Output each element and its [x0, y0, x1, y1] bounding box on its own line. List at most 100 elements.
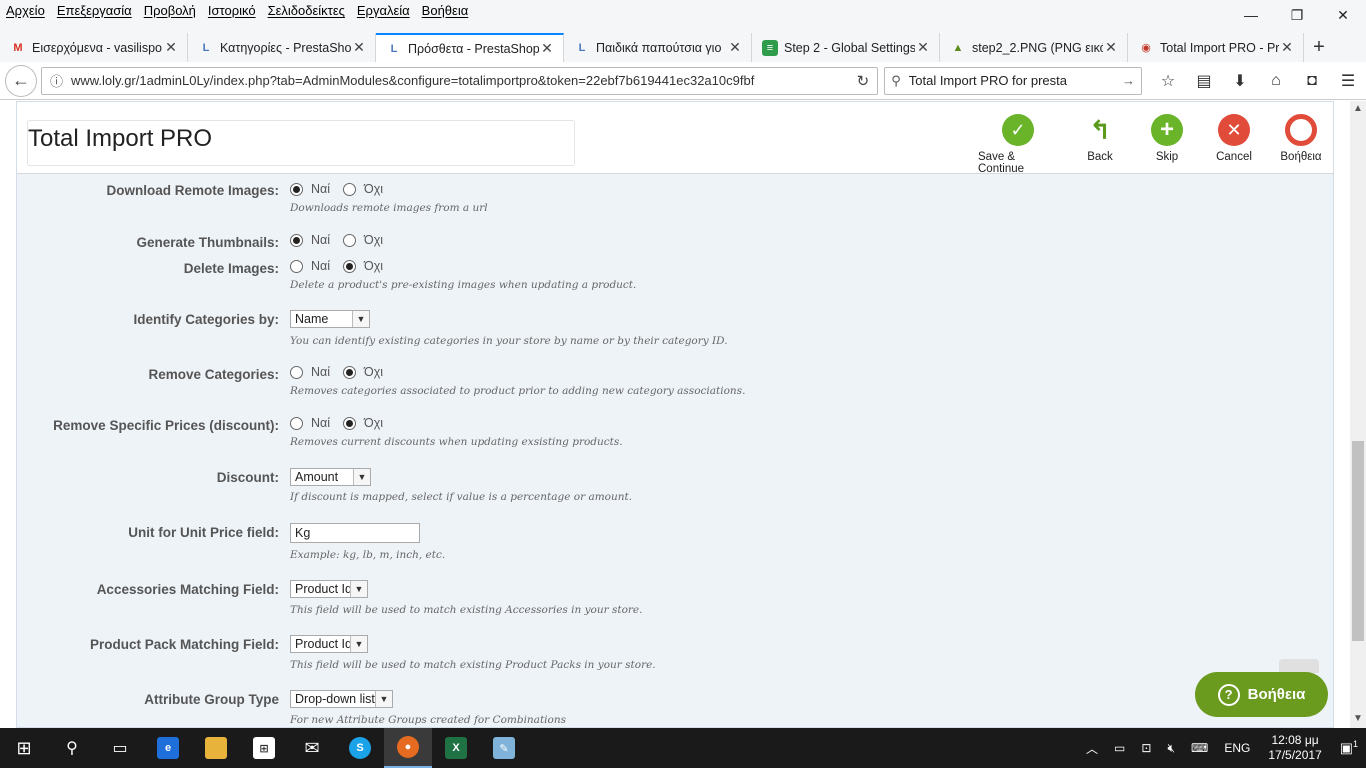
chevron-up-icon[interactable]: ︿	[1078, 740, 1106, 757]
radio-yes[interactable]	[290, 259, 303, 273]
radio-yes[interactable]	[290, 416, 303, 430]
identify-categories-select[interactable]: Name ▼	[290, 310, 370, 328]
reload-icon[interactable]: ↻	[857, 72, 870, 90]
menu-view[interactable]: Προβολή	[138, 2, 202, 18]
menu-help[interactable]: Βοήθεια	[416, 2, 475, 18]
go-arrow-icon[interactable]: →	[1122, 73, 1135, 88]
menu-file[interactable]: Αρχείο	[0, 2, 51, 18]
close-tab-icon[interactable]: ✕	[727, 39, 743, 56]
radio-yes[interactable]	[290, 365, 303, 379]
store-button[interactable]: ⊞	[240, 728, 288, 768]
tab-kids-shoes[interactable]: L Παιδικά παπούτσια γιο ✕	[564, 33, 752, 62]
toolbar-icons: ☆ ▤ ⬇ ⌂ ◘ ☰	[1150, 66, 1366, 96]
help-button[interactable]: Βοήθεια	[1261, 114, 1341, 163]
radio-no[interactable]	[343, 233, 357, 247]
battery-icon[interactable]: ▭	[1106, 741, 1133, 755]
scroll-down-icon[interactable]: ▼	[1353, 713, 1363, 724]
pack-matching-select[interactable]: Product Id ▼	[290, 635, 368, 653]
notification-count: 1	[1352, 739, 1358, 750]
lifebuoy-icon: ◉	[1141, 42, 1151, 54]
new-tab-button[interactable]: +	[1304, 33, 1334, 62]
firefox-button[interactable]: ●	[384, 728, 432, 768]
back-curve-icon: ↰	[1089, 114, 1111, 145]
radio-yes[interactable]	[290, 182, 303, 196]
file-explorer-button[interactable]	[192, 728, 240, 768]
help-text: This field will be used to match existin…	[290, 659, 656, 671]
search-icon: ⚲	[66, 740, 78, 757]
minimize-icon[interactable]: —	[1228, 0, 1274, 30]
tab-png[interactable]: ▲ step2_2.PNG (PNG εικό ✕	[940, 33, 1128, 62]
tab-total-import[interactable]: ◉ Total Import PRO - Pres ✕	[1128, 33, 1304, 62]
store-icon: ⊞	[253, 737, 275, 759]
chevron-down-icon: ▼	[353, 469, 370, 485]
notification-icon[interactable]: ▣1	[1332, 739, 1366, 757]
task-view-icon: ▭	[112, 740, 128, 757]
help-bubble-button[interactable]: ? Βοήθεια	[1195, 672, 1328, 717]
discount-select[interactable]: Amount ▼	[290, 468, 371, 486]
home-icon[interactable]: ⌂	[1258, 66, 1294, 96]
close-tab-icon[interactable]: ✕	[1103, 39, 1119, 56]
language-indicator[interactable]: ENG	[1216, 741, 1258, 755]
excel-button[interactable]: X	[432, 728, 480, 768]
vertical-scrollbar[interactable]: ▲ ▼	[1350, 101, 1366, 728]
accessories-matching-select[interactable]: Product Id ▼	[290, 580, 368, 598]
download-icon[interactable]: ⬇	[1222, 66, 1258, 96]
radio-no-label: Όχι	[364, 259, 384, 273]
hamburger-menu-icon[interactable]: ☰	[1330, 66, 1366, 96]
attribute-group-type-select[interactable]: Drop-down list ▼	[290, 690, 393, 708]
remove-categories-radios: Ναί Όχι	[290, 365, 396, 379]
tab-step2[interactable]: ≡ Step 2 - Global Settings ✕	[752, 33, 940, 62]
loly-icon: L	[390, 42, 398, 55]
mail-button[interactable]: ✉	[288, 728, 336, 768]
search-bar[interactable]: ⚲ Total Import PRO for presta →	[884, 66, 1142, 95]
cancel-x-icon: ✕	[1218, 114, 1250, 146]
start-button[interactable]: ⊞	[0, 728, 48, 768]
scroll-up-icon[interactable]: ▲	[1353, 103, 1363, 114]
scrollbar-thumb[interactable]	[1352, 441, 1364, 641]
radio-no[interactable]	[343, 259, 357, 273]
help-text: Removes current discounts when updating …	[290, 436, 623, 448]
close-tab-icon[interactable]: ✕	[351, 39, 367, 56]
radio-no[interactable]	[343, 182, 357, 196]
radio-no[interactable]	[343, 365, 357, 379]
clock[interactable]: 12:08 μμ 17/5/2017	[1258, 733, 1331, 763]
tab-strip: M Εισερχόμενα - vasilispo ✕ L Κατηγορίες…	[0, 33, 1366, 62]
url-bar[interactable]: ⓘ www.loly.gr/1adminL0Ly/index.php?tab=A…	[40, 66, 879, 95]
field-label: Accessories Matching Field:	[96, 582, 279, 597]
close-tab-icon[interactable]: ✕	[163, 39, 179, 56]
back-arrow-icon[interactable]: ←	[5, 64, 37, 97]
lifebuoy-icon	[1285, 114, 1317, 146]
pocket-icon[interactable]: ◘	[1294, 66, 1330, 96]
firefox-icon: ●	[397, 736, 419, 758]
info-icon[interactable]: ⓘ	[50, 71, 63, 90]
close-tab-icon[interactable]: ✕	[915, 39, 931, 56]
keyboard-icon[interactable]: ⌨	[1183, 741, 1216, 755]
scroll-to-top-button[interactable]	[1279, 659, 1319, 673]
search-taskbar-button[interactable]: ⚲	[48, 728, 96, 768]
search-icon: ⚲	[891, 72, 901, 88]
menu-bookmarks[interactable]: Σελιδοδείκτες	[262, 2, 351, 18]
edge-button[interactable]: e	[144, 728, 192, 768]
radio-yes[interactable]	[290, 233, 303, 247]
network-icon[interactable]: ⊡	[1133, 741, 1159, 755]
menu-tools[interactable]: Εργαλεία	[351, 2, 416, 18]
tab-label: step2_2.PNG (PNG εικό	[972, 40, 1103, 55]
close-window-icon[interactable]: ✕	[1320, 0, 1366, 30]
paint-button[interactable]: ✎	[480, 728, 528, 768]
close-tab-icon[interactable]: ✕	[1279, 39, 1295, 56]
restore-icon[interactable]: ❐	[1274, 0, 1320, 30]
skype-button[interactable]: S	[336, 728, 384, 768]
menu-edit[interactable]: Επεξεργασία	[51, 2, 138, 18]
reading-list-icon[interactable]: ▤	[1186, 66, 1222, 96]
unit-price-input[interactable]: Kg	[290, 523, 420, 543]
tab-categories[interactable]: L Κατηγορίες - PrestaSho ✕	[188, 33, 376, 62]
volume-mute-icon[interactable]: 🔇︎	[1159, 741, 1183, 756]
bookmark-star-icon[interactable]: ☆	[1150, 66, 1186, 96]
task-view-button[interactable]: ▭	[96, 728, 144, 768]
close-tab-icon[interactable]: ✕	[539, 40, 555, 57]
menu-history[interactable]: Ιστορικό	[202, 2, 262, 18]
tab-modules[interactable]: L Πρόσθετα - PrestaShop ✕	[376, 33, 564, 62]
save-continue-button[interactable]: ✓ Save & Continue	[978, 114, 1058, 175]
radio-no[interactable]	[343, 416, 357, 430]
tab-gmail[interactable]: M Εισερχόμενα - vasilispo ✕	[0, 33, 188, 62]
